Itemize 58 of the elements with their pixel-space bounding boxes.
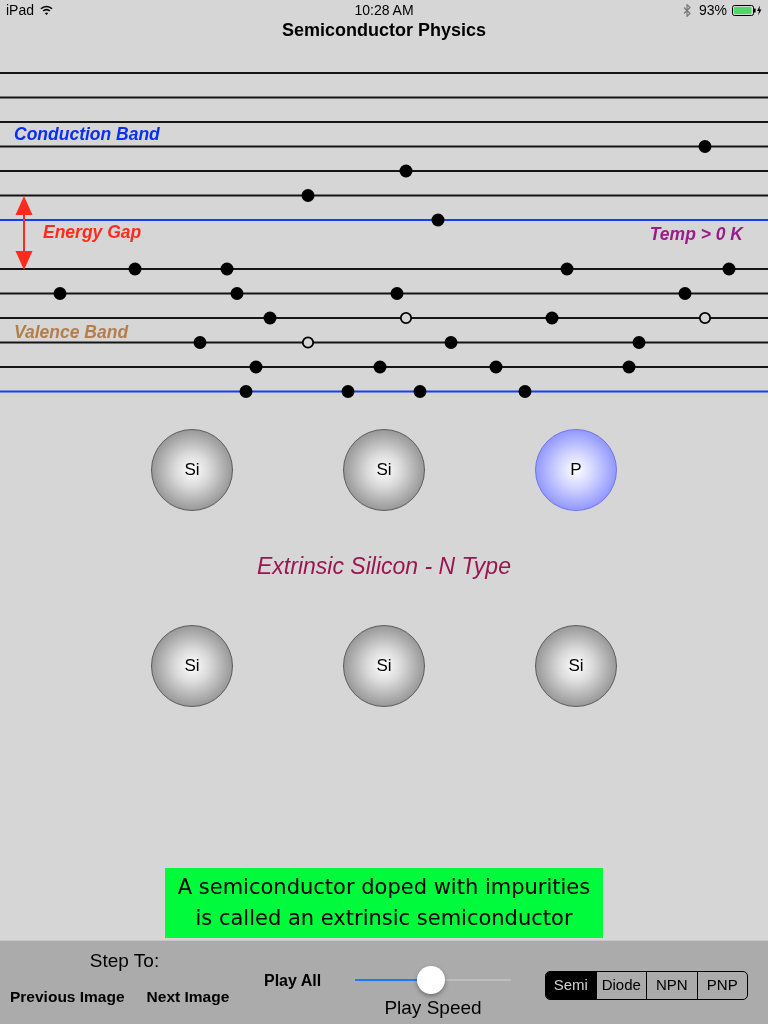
bluetooth-icon (682, 3, 691, 17)
message-banner: A semiconductor doped with impurities is called an extrinsic semiconductor (165, 868, 603, 938)
electron-icon (249, 360, 263, 374)
atom: Si (343, 429, 425, 511)
dopant-atom: P (535, 429, 617, 511)
step-button[interactable]: Previous Image (10, 987, 125, 1007)
step-button[interactable]: Next Image (146, 987, 230, 1007)
atom: Si (151, 429, 233, 511)
electron-icon (632, 336, 646, 349)
mode-tab[interactable]: Diode (595, 972, 646, 999)
speed-slider[interactable] (355, 966, 511, 994)
battery-icon (732, 4, 762, 16)
electron-icon (301, 189, 315, 202)
electron-icon (444, 336, 458, 349)
electron-icon (698, 140, 712, 153)
electron-icon (489, 360, 503, 374)
wifi-icon (40, 5, 54, 15)
electron-icon (413, 385, 427, 398)
band-label: Valence Band (14, 322, 129, 342)
atom: Si (151, 625, 233, 707)
temperature-label: Temp > 0 K (649, 224, 743, 244)
electron-icon (518, 385, 532, 398)
clock-time: 10:28 AM (353, 2, 415, 18)
electron-icon (193, 336, 207, 349)
step-to-label: Step To: (89, 950, 160, 972)
electron-icon (230, 287, 244, 300)
electron-icon (53, 287, 67, 300)
lattice-caption: Extrinsic Silicon - N Type (257, 552, 511, 580)
slider-label: Play Speed (384, 997, 482, 1019)
battery-percentage: 93% (698, 2, 727, 18)
atom: Si (343, 625, 425, 707)
atom: Si (535, 625, 617, 707)
hole-icon (301, 336, 315, 349)
electron-icon (560, 262, 574, 276)
electron-icon (622, 360, 636, 374)
hole-icon (399, 311, 413, 325)
electron-icon (431, 213, 445, 227)
play-all-button[interactable]: Play All (264, 971, 322, 991)
electron-icon (545, 311, 559, 325)
electron-icon (128, 262, 142, 276)
electron-icon (341, 385, 355, 398)
electron-icon (220, 262, 234, 276)
device-name: iPad (6, 2, 35, 18)
slider-thumb[interactable] (417, 966, 446, 994)
screen-title: Semiconductor Physics (281, 20, 487, 42)
electron-icon (678, 287, 692, 300)
gap-label: Energy Gap (43, 222, 142, 242)
hole-icon (698, 311, 712, 325)
electron-icon (722, 262, 736, 276)
electron-icon (399, 164, 413, 178)
electron-icon (373, 360, 387, 374)
mode-tab[interactable]: PNP (696, 972, 747, 999)
electron-icon (263, 311, 277, 325)
electron-icon (390, 287, 404, 300)
mode-tab[interactable]: NPN (646, 972, 697, 999)
electron-icon (239, 385, 253, 398)
mode-tab[interactable]: Semi (546, 972, 596, 999)
band-label: Conduction Band (14, 124, 160, 144)
